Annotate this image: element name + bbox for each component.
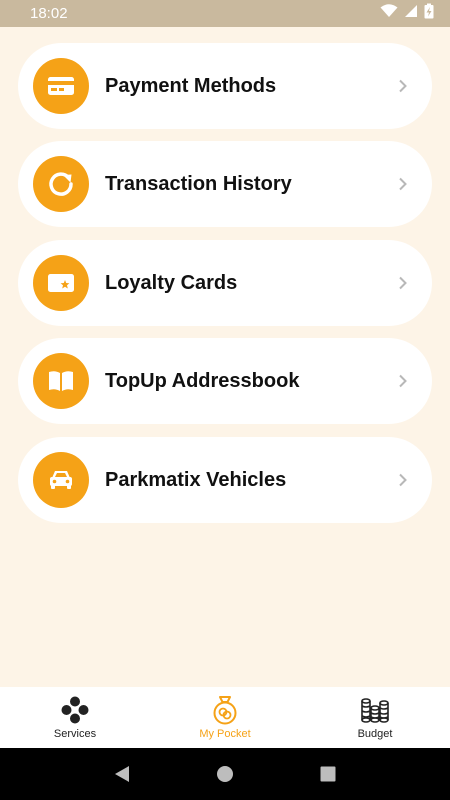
status-bar: 18:02 bbox=[0, 0, 450, 27]
menu-item-label: Payment Methods bbox=[105, 74, 277, 97]
nav-item-budget[interactable]: Budget bbox=[300, 687, 450, 748]
recents-icon[interactable] bbox=[308, 754, 348, 794]
chevron-right-icon bbox=[398, 79, 408, 93]
parkmatix-vehicles-item[interactable]: Parkmatix Vehicles bbox=[18, 437, 432, 523]
nav-item-services[interactable]: Services bbox=[0, 687, 150, 748]
credit-card-icon bbox=[33, 58, 89, 114]
car-icon bbox=[33, 452, 89, 508]
home-icon[interactable] bbox=[205, 754, 245, 794]
payment-methods-item[interactable]: Payment Methods bbox=[18, 43, 432, 129]
menu-item-label: Loyalty Cards bbox=[105, 271, 238, 294]
chevron-right-icon bbox=[398, 374, 408, 388]
main-content: Payment Methods Transaction History Loya… bbox=[0, 27, 450, 687]
nav-label: My Pocket bbox=[199, 728, 251, 740]
book-icon bbox=[33, 353, 89, 409]
menu-item-label: Parkmatix Vehicles bbox=[105, 468, 287, 491]
transaction-history-item[interactable]: Transaction History bbox=[18, 141, 432, 227]
nav-label: Budget bbox=[357, 728, 393, 740]
back-icon[interactable] bbox=[102, 754, 142, 794]
loyalty-card-icon bbox=[33, 255, 89, 311]
loyalty-cards-item[interactable]: Loyalty Cards bbox=[18, 240, 432, 326]
wifi-icon bbox=[380, 4, 398, 23]
battery-charging-icon bbox=[424, 3, 434, 24]
refresh-icon bbox=[33, 156, 89, 212]
signal-icon bbox=[404, 4, 418, 23]
services-icon bbox=[61, 695, 89, 725]
system-navigation-bar bbox=[0, 748, 450, 800]
status-icons bbox=[380, 3, 434, 24]
pocket-icon bbox=[212, 695, 238, 725]
chevron-right-icon bbox=[398, 276, 408, 290]
chevron-right-icon bbox=[398, 473, 408, 487]
nav-label: Services bbox=[53, 728, 97, 740]
topup-addressbook-item[interactable]: TopUp Addressbook bbox=[18, 338, 432, 424]
menu-item-label: Transaction History bbox=[105, 172, 292, 195]
chevron-right-icon bbox=[398, 177, 408, 191]
bottom-navigation: Services My Pocket Budget bbox=[0, 687, 450, 748]
menu-item-label: TopUp Addressbook bbox=[105, 369, 300, 392]
status-time: 18:02 bbox=[30, 5, 68, 22]
nav-item-my-pocket[interactable]: My Pocket bbox=[150, 687, 300, 748]
coins-icon bbox=[360, 695, 390, 725]
